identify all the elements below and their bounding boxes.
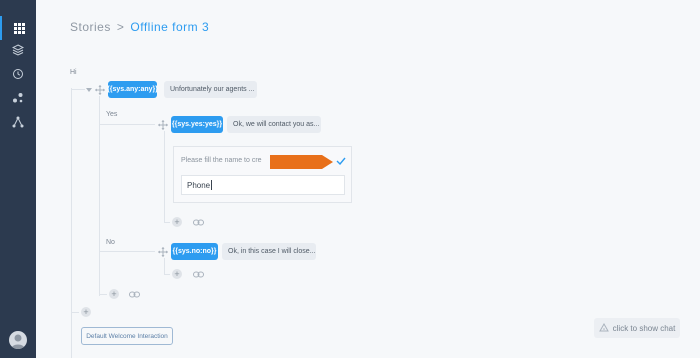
collapse-arrow-icon[interactable] [84,85,94,95]
drag-handle-icon[interactable] [158,247,168,257]
drag-handle-icon[interactable] [95,85,105,95]
branch-label-no: No [106,239,115,246]
show-chat-label: click to show chat [612,323,676,333]
tree-line-yes-add [164,222,170,223]
tree-line-branches [99,96,100,296]
tree-line-branch-add [99,294,107,295]
share-icon [12,116,24,128]
layers-icon [12,44,24,56]
nav-history[interactable] [0,62,36,86]
main-canvas: Stories > Offline form 3 Hi {{sys.any:any}… [36,0,700,358]
text-cursor [211,180,213,190]
sidebar [0,0,36,358]
tree-line-no [99,251,155,252]
grid-icon [13,22,25,34]
tree-line-root-add [71,312,79,313]
tree-line-no-child [164,258,165,274]
nav-stories[interactable] [0,16,36,40]
form-panel: Please fill the name to cre Phone [173,146,352,203]
tree-line-yes-child [164,131,165,223]
history-icon [13,69,23,79]
breadcrumb-root[interactable]: Stories [70,20,111,34]
breadcrumb: Stories > Offline form 3 [70,20,209,34]
intent-node-no[interactable]: {{sys.no:no}} [171,243,218,260]
nav-layers[interactable] [0,38,36,62]
response-bubble-no[interactable]: Ok, in this case I will close... [222,243,316,260]
response-bubble-root[interactable]: Unfortunately our agents ... [164,81,257,98]
tree-line-no-add [164,274,170,275]
response-bubble-yes[interactable]: Ok, we will contact you as... [227,116,321,133]
form-field-input[interactable]: Phone [181,175,345,195]
nav-entities[interactable] [0,86,36,110]
link-icon[interactable] [129,291,140,298]
drag-handle-icon[interactable] [158,120,168,130]
link-icon[interactable] [193,219,204,226]
intent-node-any[interactable]: {{sys.any:any}} [107,81,158,98]
user-avatar-icon [11,334,25,349]
form-field-value: Phone [187,180,211,190]
tree-line-yes [99,124,155,125]
start-label: Hi [70,69,77,76]
nav-integrations[interactable] [0,110,36,134]
add-branch-icon[interactable]: + [109,289,119,299]
default-welcome-interaction-button[interactable]: Default Welcome Interaction [81,327,173,345]
link-icon[interactable] [193,271,204,278]
redaction-arrow-icon [270,155,333,169]
breadcrumb-current: Offline form 3 [130,20,210,34]
tree-line-root [71,88,72,358]
tree-line-root-h [71,89,85,90]
show-chat-button[interactable]: click to show chat [594,318,680,338]
breadcrumb-separator: > [116,20,125,34]
avatar[interactable] [9,331,27,349]
nodes-icon [13,93,23,103]
branch-label-yes: Yes [106,111,118,118]
add-root-node-icon[interactable]: + [81,307,91,317]
add-node-icon[interactable]: + [172,217,182,227]
add-node-icon[interactable]: + [172,269,182,279]
chat-icon [598,323,609,332]
check-icon[interactable] [336,157,346,165]
intent-node-yes[interactable]: {{sys.yes:yes}} [171,116,223,133]
form-prompt-text[interactable]: Please fill the name to cre [181,157,262,164]
